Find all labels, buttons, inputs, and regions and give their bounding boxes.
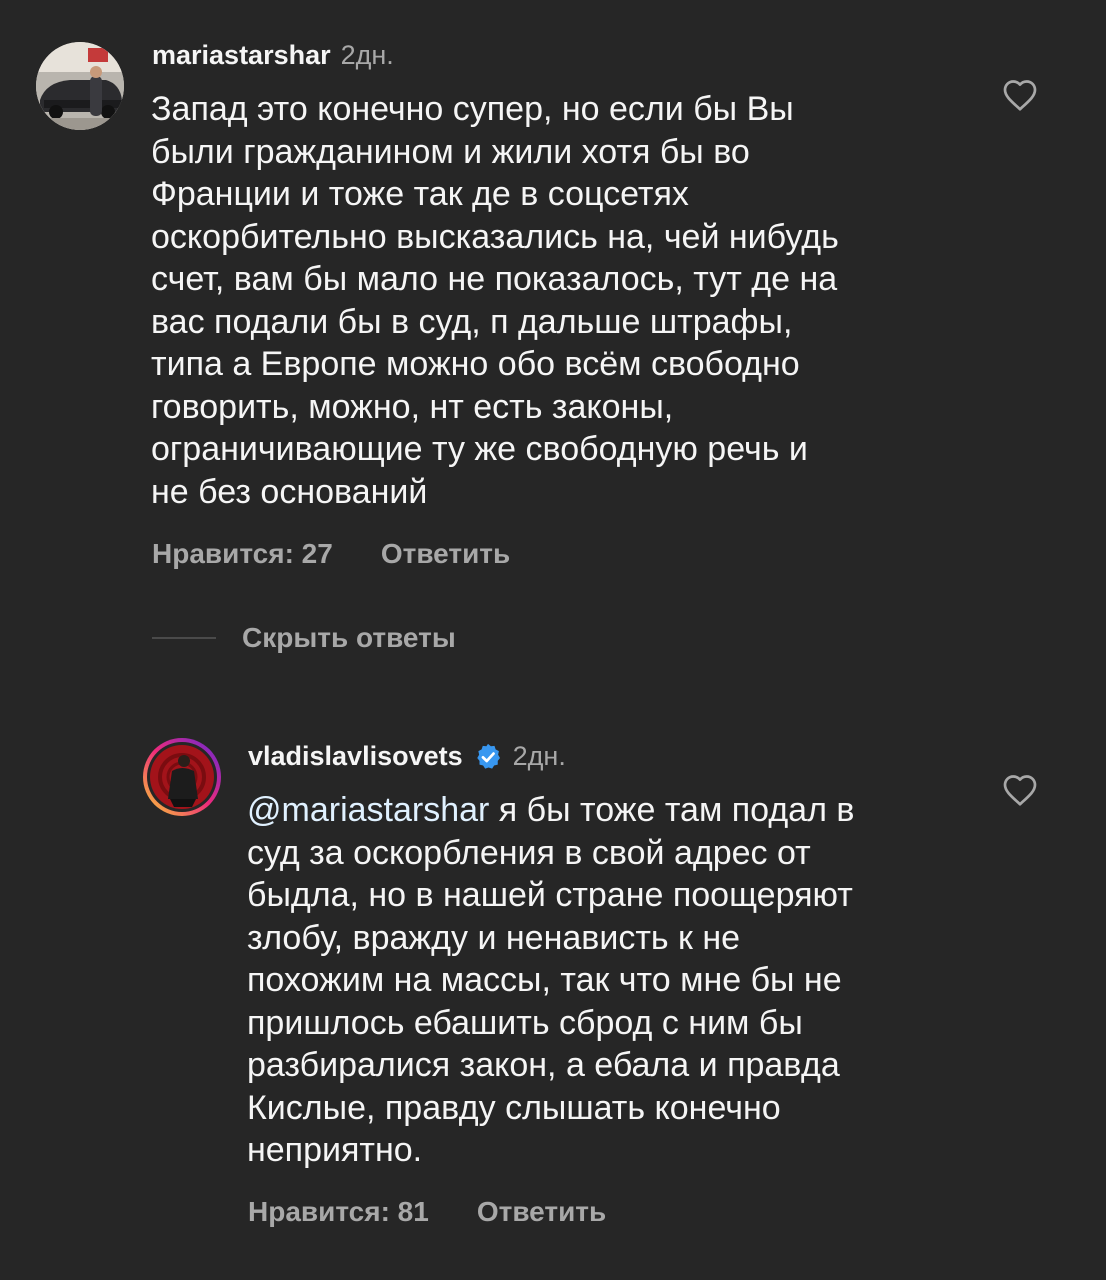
- heart-outline-icon[interactable]: [1002, 773, 1038, 807]
- likes-count[interactable]: Нравится: 81: [248, 1196, 429, 1227]
- verified-badge-icon: [476, 743, 500, 769]
- heart-outline-icon[interactable]: [1002, 78, 1038, 112]
- comment-actions: Нравится: 27 Ответить: [152, 538, 510, 570]
- avatar[interactable]: [142, 737, 222, 817]
- comment-text: @mariastarshar я бы тоже там подал в суд…: [247, 789, 1007, 1172]
- comment-header: vladislavlisovets 2дн.: [248, 741, 566, 772]
- username[interactable]: vladislavlisovets: [248, 741, 463, 772]
- hide-replies-button[interactable]: Скрыть ответы: [152, 622, 456, 654]
- avatar[interactable]: [36, 42, 124, 130]
- timestamp: 2дн.: [512, 741, 566, 771]
- comment-actions: Нравится: 81 Ответить: [248, 1196, 606, 1228]
- user-photo-avatar-icon: [36, 42, 124, 130]
- reply-button[interactable]: Ответить: [477, 1196, 606, 1227]
- comment-text: Запад это конечно супер, но если бы Вы б…: [151, 90, 839, 511]
- timestamp: 2дн.: [340, 40, 394, 70]
- divider: [152, 637, 216, 639]
- comment-text-body: я бы тоже там подал в суд за оскорбления…: [247, 791, 855, 1169]
- mention-link[interactable]: @mariastarshar: [247, 791, 489, 829]
- username[interactable]: mariastarshar: [152, 40, 331, 71]
- hide-replies-label: Скрыть ответы: [242, 622, 456, 653]
- likes-count[interactable]: Нравится: 27: [152, 538, 333, 569]
- comment-header: mariastarshar 2дн.: [152, 40, 394, 71]
- reply-button[interactable]: Ответить: [381, 538, 510, 569]
- user-photo-avatar-story-ring-icon: [143, 738, 221, 816]
